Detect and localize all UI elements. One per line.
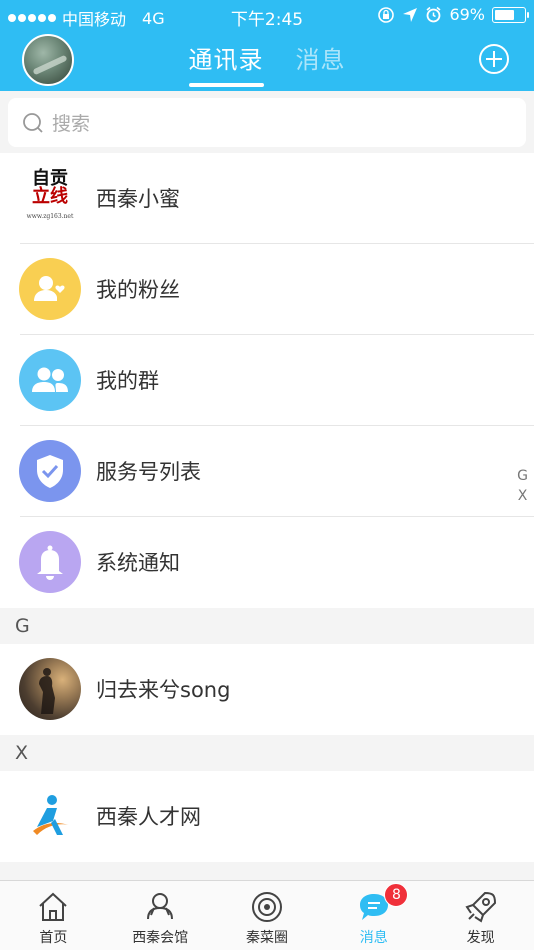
list-item-label: 西秦小蜜	[96, 187, 180, 211]
rocket-icon	[465, 891, 496, 923]
bell-icon	[19, 531, 81, 593]
status-bar: 中国移动 4G 下午2:45 69%	[0, 0, 534, 30]
list-item-label: 我的粉丝	[96, 278, 180, 302]
nav-label: 西秦会馆	[132, 930, 189, 946]
rotation-lock-icon	[378, 6, 395, 23]
alphabet-index[interactable]: G X	[517, 466, 528, 506]
tab-messages[interactable]: 消息	[296, 40, 346, 87]
battery-fill	[495, 9, 515, 20]
list-item-label: 我的群	[96, 369, 159, 393]
list-item-label: 服务号列表	[96, 460, 201, 484]
search-placeholder: 搜索	[52, 113, 91, 135]
nav-label: 消息	[359, 930, 388, 946]
list-item-label: 归去来兮song	[96, 678, 231, 702]
list-item-contact[interactable]: 归去来兮song	[0, 644, 534, 735]
nav-label: 首页	[39, 930, 68, 946]
list-item-label: 西秦人才网	[96, 805, 201, 829]
bottom-nav: 首页 西秦会馆 秦菜圈 消息 8 发现	[0, 880, 534, 950]
talent-net-logo-icon	[19, 785, 81, 847]
circle-icon	[251, 892, 282, 922]
section-header-g: G	[0, 608, 534, 644]
list-item-label: 系统通知	[96, 551, 180, 575]
list-item-service-accounts[interactable]: 服务号列表	[0, 426, 534, 517]
search-area: 搜索	[0, 91, 534, 153]
nav-circle[interactable]: 秦菜圈	[214, 881, 321, 950]
top-bar: 中国移动 4G 下午2:45 69% 通讯录 消息	[0, 0, 534, 91]
nav-label: 秦菜圈	[245, 930, 288, 946]
alarm-icon	[426, 6, 441, 23]
nav-label: 发现	[466, 930, 495, 946]
list-item-my-groups[interactable]: 我的群	[0, 335, 534, 426]
header: 通讯录 消息	[0, 30, 534, 91]
zgfx-logo-icon: 自贡 立线 www.zg163.net	[19, 167, 81, 229]
nav-discover[interactable]: 发现	[427, 881, 534, 950]
group-icon	[19, 349, 81, 411]
index-letter-g[interactable]: G	[517, 466, 528, 486]
nav-home[interactable]: 首页	[0, 881, 107, 950]
section-header-x: X	[0, 735, 534, 771]
battery-icon	[492, 6, 529, 23]
fans-icon	[19, 258, 81, 320]
list-item-my-fans[interactable]: 我的粉丝	[0, 244, 534, 335]
add-plus-icon[interactable]	[478, 43, 510, 75]
hall-icon	[147, 893, 174, 920]
contact-avatar	[19, 658, 81, 720]
location-icon	[403, 7, 418, 22]
index-letter-x[interactable]: X	[517, 486, 528, 506]
search-input[interactable]: 搜索	[8, 98, 526, 147]
header-tabs: 通讯录 消息	[0, 40, 534, 87]
unread-badge: 8	[384, 883, 409, 907]
home-icon	[39, 892, 68, 921]
list-item-system-notice[interactable]: 系统通知	[0, 517, 534, 608]
nav-messages[interactable]: 消息 8	[320, 881, 427, 950]
shield-check-icon	[19, 440, 81, 502]
contact-list: 自贡 立线 www.zg163.net 西秦小蜜 我的粉丝 我的群 服务号列表	[0, 153, 534, 862]
battery-percent: 69%	[449, 5, 485, 24]
nav-hall[interactable]: 西秦会馆	[107, 881, 214, 950]
tab-contacts[interactable]: 通讯录	[188, 40, 264, 87]
search-icon	[23, 112, 43, 133]
list-item-contact[interactable]: 西秦人才网	[0, 771, 534, 862]
list-item-xiqin-xiaomi[interactable]: 自贡 立线 www.zg163.net 西秦小蜜	[0, 153, 534, 244]
